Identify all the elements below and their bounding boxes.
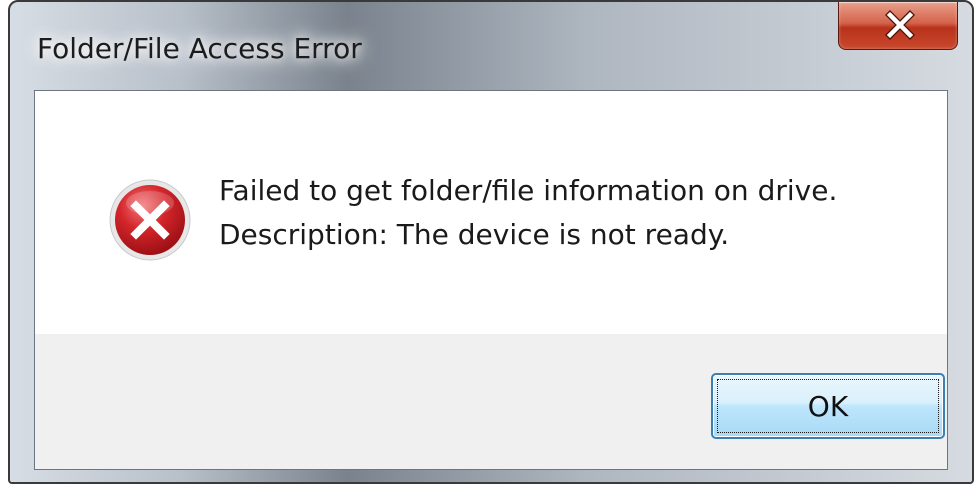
close-button[interactable] <box>838 2 958 50</box>
ok-button-label: OK <box>807 389 849 423</box>
title-bar[interactable]: Folder/File Access Error <box>10 2 972 88</box>
ok-button[interactable]: OK <box>711 373 945 439</box>
error-icon <box>109 179 191 261</box>
close-icon <box>885 10 915 40</box>
error-dialog-window: Folder/File Access Error Failed to get f… <box>8 0 974 484</box>
message-line-2: Description: The device is not ready. <box>219 218 730 251</box>
message-line-1: Failed to get folder/file information on… <box>219 174 838 207</box>
window-title: Folder/File Access Error <box>37 32 362 65</box>
message-area: Failed to get folder/file information on… <box>35 91 947 334</box>
error-message: Failed to get folder/file information on… <box>219 169 837 257</box>
dialog-content: Failed to get folder/file information on… <box>34 90 948 470</box>
